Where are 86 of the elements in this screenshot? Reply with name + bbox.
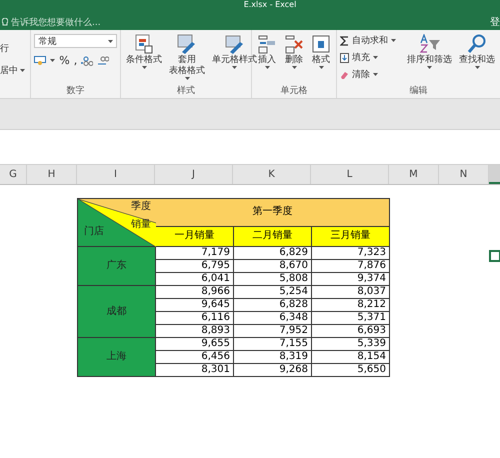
sigma-icon <box>340 36 349 46</box>
store-cell: 上海 <box>78 338 156 376</box>
table-cell: 8,670 <box>234 260 312 272</box>
column-header[interactable]: I <box>77 165 155 184</box>
insert-cells-icon <box>257 34 277 54</box>
table-cell: 5,339 <box>312 338 390 350</box>
ribbon-command[interactable]: 自动求和 <box>340 34 396 47</box>
comma-button[interactable]: , <box>74 54 78 67</box>
table-cell: 7,155 <box>234 338 312 350</box>
number-format-dropdown[interactable]: 常规 <box>34 34 117 48</box>
month-header: 一月销量 <box>156 226 234 246</box>
tell-me-field[interactable]: 告诉我您想要做什么... <box>11 16 101 28</box>
ribbon-button[interactable]: 条件格式 <box>124 34 164 84</box>
table-cell: 6,795 <box>156 260 234 272</box>
table-cell: 6,829 <box>234 246 312 260</box>
ribbon-command[interactable]: 居中 <box>0 64 28 77</box>
caret-icon <box>108 40 113 42</box>
ribbon-command[interactable]: 清除 <box>340 68 396 81</box>
table-cell: 6,041 <box>156 272 234 286</box>
delete-cells-icon <box>284 34 304 54</box>
table-cell: 7,179 <box>156 246 234 260</box>
sign-in-link[interactable]: 登 <box>490 15 500 29</box>
table-cell: 6,456 <box>156 350 234 364</box>
ribbon-button[interactable]: 查找和选 <box>457 34 497 84</box>
group-label: 单元格 <box>280 84 308 96</box>
ribbon-button[interactable]: 删除 <box>282 34 306 84</box>
table-cell: 9,645 <box>156 298 234 312</box>
table-cell: 7,952 <box>234 324 312 338</box>
format-cells-icon <box>311 34 331 54</box>
corner-label: 季度 <box>131 201 151 212</box>
eraser-icon <box>340 70 349 80</box>
ribbon-command[interactable]: 行 <box>0 42 28 55</box>
table-style-icon <box>176 34 198 54</box>
increase-decimal-icon[interactable] <box>81 56 94 66</box>
store-cell: 成都 <box>78 286 156 338</box>
currency-icon[interactable] <box>34 56 46 65</box>
ribbon-button[interactable]: 格式 <box>309 34 333 84</box>
month-header: 三月销量 <box>312 226 390 246</box>
table-cell: 6,828 <box>234 298 312 312</box>
column-header[interactable]: H <box>27 165 77 184</box>
percent-button[interactable]: % <box>59 54 70 67</box>
table-cell: 8,301 <box>156 364 234 376</box>
table-cell: 9,374 <box>312 272 390 286</box>
table-cell: 7,323 <box>312 246 390 260</box>
column-header[interactable]: J <box>155 165 233 184</box>
cell-selection <box>489 250 500 262</box>
table-cell: 7,876 <box>312 260 390 272</box>
caret-icon <box>50 59 56 62</box>
selected-column-header[interactable] <box>489 165 500 184</box>
table-cell: 5,808 <box>234 272 312 286</box>
table-cell: 6,116 <box>156 312 234 324</box>
column-header[interactable]: M <box>389 165 439 184</box>
table-cell: 8,037 <box>312 286 390 298</box>
decrease-decimal-icon[interactable] <box>97 56 110 66</box>
table-cell: 6,348 <box>234 312 312 324</box>
table-cell: 8,893 <box>156 324 234 338</box>
table-cell: 9,268 <box>234 364 312 376</box>
ribbon-button[interactable]: 排序和筛选 <box>405 34 454 84</box>
table-cell: 8,212 <box>312 298 390 312</box>
ribbon-command[interactable]: 填充 <box>340 51 396 64</box>
table-cell: 6,693 <box>312 324 390 338</box>
table-cell: 8,319 <box>234 350 312 364</box>
column-header[interactable]: L <box>311 165 389 184</box>
column-header[interactable]: G <box>0 165 27 184</box>
table-cell: 8,154 <box>312 350 390 364</box>
store-cell: 广东 <box>78 246 156 286</box>
table-cell: 5,650 <box>312 364 390 376</box>
corner-label: 销量 <box>131 219 151 230</box>
group-label: 数字 <box>66 84 86 96</box>
sort-filter-icon <box>418 34 440 54</box>
table-cell: 9,655 <box>156 338 234 350</box>
fill-down-icon <box>340 52 349 62</box>
lightbulb-icon <box>2 18 8 26</box>
ribbon-button[interactable]: 套用 表格格式 <box>167 34 207 84</box>
corner-label: 门店 <box>84 226 104 237</box>
search-icon <box>467 34 487 54</box>
group-label: 编辑 <box>408 84 428 96</box>
table-cell: 8,966 <box>156 286 234 298</box>
cell-style-icon <box>224 34 246 54</box>
table-cell: 5,254 <box>234 286 312 298</box>
month-header: 二月销量 <box>234 226 312 246</box>
column-header[interactable]: K <box>233 165 311 184</box>
window-title: E.xlsx - Excel <box>244 0 296 9</box>
table-cell: 5,371 <box>312 312 390 324</box>
group-label: 样式 <box>176 84 196 96</box>
table-format-icon <box>134 34 154 54</box>
